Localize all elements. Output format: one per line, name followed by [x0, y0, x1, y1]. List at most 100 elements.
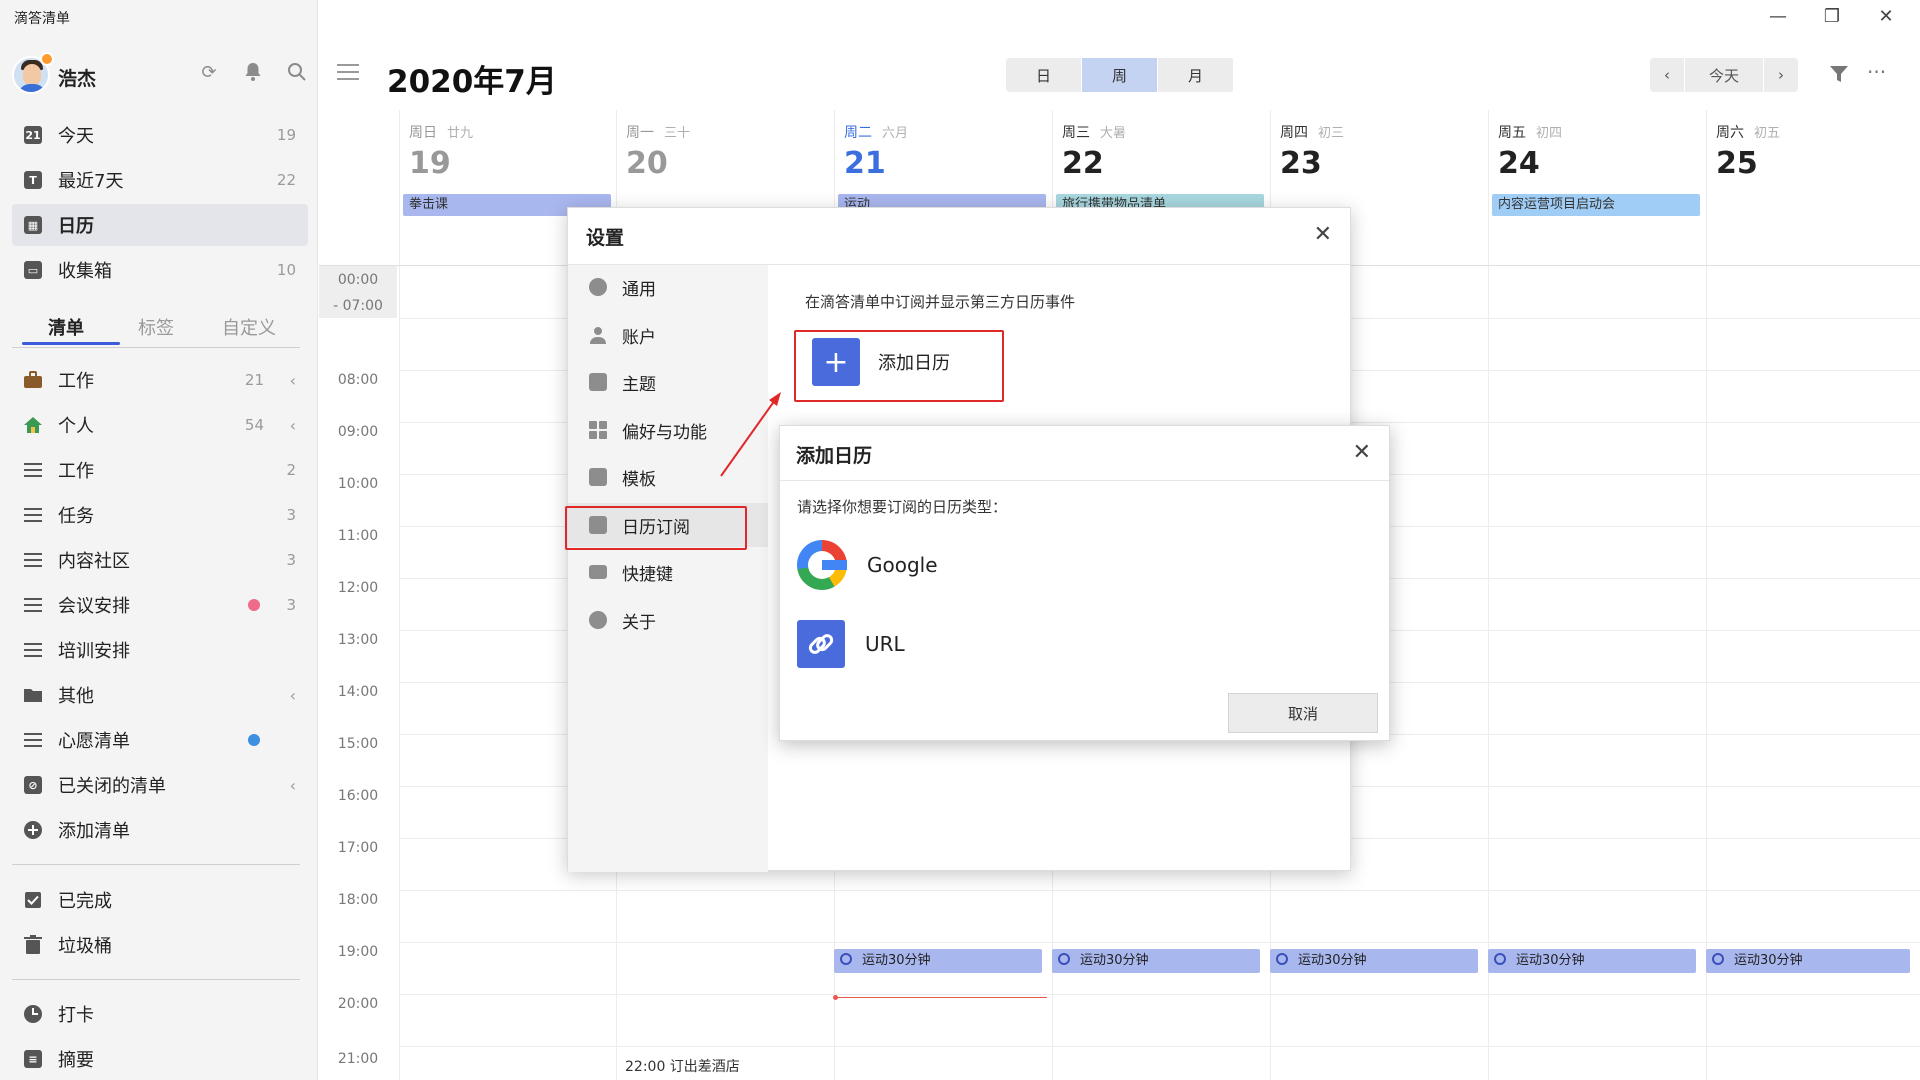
trash-icon [22, 934, 44, 956]
filter-icon[interactable] [1829, 64, 1849, 89]
link-icon [797, 620, 845, 668]
google-calendar-option[interactable]: Google [797, 540, 938, 590]
annotation-arrow-icon [720, 392, 781, 477]
settings-sidebar: 通用 账户 主题 偏好与功能 模板 日历订阅 快捷键 关于 [568, 265, 768, 872]
list-item-personal[interactable]: 个人 54 ‹ [12, 404, 308, 446]
time-label: 13:00 [337, 632, 379, 648]
user-icon [588, 325, 608, 345]
chevron-left-icon[interactable]: ‹ [290, 776, 296, 795]
calendar-21-icon: 21 [22, 124, 44, 146]
google-icon [797, 540, 847, 590]
close-icon[interactable]: ✕ [1353, 440, 1371, 465]
add-calendar-prompt: 请选择你想要订阅的日历类型： [797, 498, 1008, 516]
view-month-button[interactable]: 月 [1158, 58, 1234, 92]
settings-item-account[interactable]: 账户 [568, 313, 768, 357]
time-label: 09:00 [337, 424, 379, 440]
sidebar-item-today[interactable]: 21 今天 19 [12, 114, 308, 156]
allday-event[interactable]: 内容运营项目启动会 [1492, 194, 1700, 216]
add-calendar-dialog: 添加日历 ✕ 请选择你想要订阅的日历类型： Google URL 取消 [779, 425, 1390, 741]
menu-icon[interactable] [337, 64, 359, 80]
briefcase-icon [22, 369, 44, 391]
restore-icon[interactable]: ❐ [1817, 6, 1847, 27]
timed-event[interactable]: 运动30分钟 [1706, 949, 1910, 973]
day-header[interactable]: 周六 初五 25 [1706, 110, 1920, 260]
repeat-icon [1276, 953, 1288, 965]
settings-item-general[interactable]: 通用 [568, 265, 768, 309]
list-item-closed-lists[interactable]: ⊘ 已关闭的清单 ‹ [12, 764, 308, 806]
list-item-work[interactable]: 工作 21 ‹ [12, 359, 308, 401]
list-item-meetings[interactable]: 会议安排 3 [12, 584, 308, 626]
view-day-button[interactable]: 日 [1006, 58, 1082, 92]
timed-event[interactable]: 运动30分钟 [1488, 949, 1696, 973]
time-label: 15:00 [337, 736, 379, 752]
sidebar: 滴答清单 浩杰 ⟳ 21 今天 19 T 最近7天 22 ▦ 日历 ▭ 收集箱 [0, 0, 318, 1080]
brush-icon [588, 372, 608, 392]
timed-event[interactable]: 22:00 订出差酒店 [625, 1056, 740, 1076]
timed-event[interactable]: 运动30分钟 [1052, 949, 1260, 973]
sync-icon[interactable]: ⟳ [198, 62, 220, 84]
add-list-button[interactable]: 添加清单 [12, 809, 308, 851]
habit-icon [22, 1003, 44, 1025]
user-row: 浩杰 ⟳ [12, 52, 308, 98]
view-week-button[interactable]: 周 [1082, 58, 1158, 92]
sidebar-item-calendar[interactable]: ▦ 日历 [12, 204, 308, 246]
tab-custom[interactable]: 自定义 [222, 314, 276, 340]
time-label: 08:00 [337, 372, 379, 388]
timed-event[interactable]: 运动30分钟 [834, 949, 1042, 973]
archive-icon: ⊘ [22, 774, 44, 796]
list-item-wishlist[interactable]: 心愿清单 [12, 719, 308, 761]
chevron-left-icon[interactable]: ‹ [290, 371, 296, 390]
house-icon [22, 414, 44, 436]
sidebar-item-completed[interactable]: 已完成 [12, 879, 308, 921]
cancel-button[interactable]: 取消 [1228, 693, 1378, 733]
sidebar-item-trash[interactable]: 垃圾桶 [12, 924, 308, 966]
info-icon [588, 610, 608, 630]
page-title: 2020年7月 [387, 64, 557, 100]
sidebar-item-inbox[interactable]: ▭ 收集箱 10 [12, 249, 308, 291]
divider [12, 979, 300, 980]
list-item-other[interactable]: 其他 ‹ [12, 674, 308, 716]
close-icon[interactable]: ✕ [1314, 222, 1332, 247]
list-item-work-2[interactable]: 工作 2 [12, 449, 308, 491]
list-icon [22, 459, 44, 481]
divider [12, 347, 300, 348]
next-week-icon[interactable]: › [1764, 58, 1798, 92]
search-icon[interactable] [286, 62, 308, 84]
sidebar-item-habit[interactable]: 打卡 [12, 993, 308, 1035]
list-item-community[interactable]: 内容社区 3 [12, 539, 308, 581]
minimize-icon[interactable]: — [1763, 6, 1793, 27]
day-header[interactable]: 周五 初四 24 内容运营项目启动会 [1488, 110, 1706, 260]
time-label: 12:00 [337, 580, 379, 596]
subscription-description: 在滴答清单中订阅并显示第三方日历事件 [805, 293, 1076, 311]
user-name[interactable]: 浩杰 [58, 64, 96, 91]
time-label: 16:00 [337, 788, 379, 804]
sidebar-item-next7days[interactable]: T 最近7天 22 [12, 159, 308, 201]
close-window-icon[interactable]: ✕ [1871, 6, 1901, 27]
today-button[interactable]: 今天 [1684, 58, 1764, 92]
time-label: 21:00 [337, 1051, 379, 1067]
chevron-left-icon[interactable]: ‹ [290, 416, 296, 435]
settings-header: 设置 ✕ [568, 208, 1350, 265]
chevron-left-icon[interactable]: ‹ [290, 686, 296, 705]
list-icon [22, 594, 44, 616]
list-item-tasks[interactable]: 任务 3 [12, 494, 308, 536]
summary-icon: ≡ [22, 1048, 44, 1070]
settings-item-about[interactable]: 关于 [568, 598, 768, 642]
current-time-line [835, 997, 1047, 998]
prev-week-icon[interactable]: ‹ [1650, 58, 1684, 92]
color-dot [248, 599, 260, 611]
sidebar-item-summary[interactable]: ≡ 摘要 [12, 1038, 308, 1080]
settings-item-shortcuts[interactable]: 快捷键 [568, 550, 768, 594]
bell-icon[interactable] [242, 62, 264, 84]
url-calendar-option[interactable]: URL [797, 620, 905, 668]
calendar-grid-icon: ▦ [22, 214, 44, 236]
time-label: 17:00 [337, 840, 379, 856]
timed-event[interactable]: 运动30分钟 [1270, 949, 1478, 973]
more-icon[interactable]: ··· [1867, 60, 1886, 84]
add-calendar-header: 添加日历 ✕ [780, 426, 1389, 481]
time-label: 18:00 [337, 892, 379, 908]
tab-tags[interactable]: 标签 [138, 314, 174, 340]
repeat-icon [1712, 953, 1724, 965]
tab-lists[interactable]: 清单 [48, 314, 84, 340]
list-item-training[interactable]: 培训安排 [12, 629, 308, 671]
